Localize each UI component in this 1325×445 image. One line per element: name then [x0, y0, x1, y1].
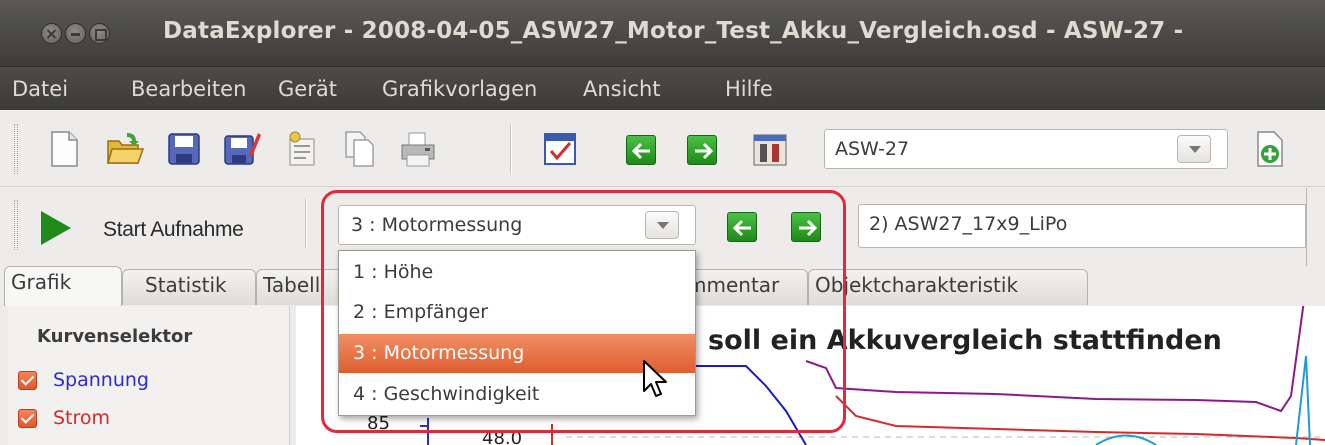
menu-bar: Datei Bearbeiten Gerät Grafikvorlagen An… [0, 66, 1325, 110]
device-combo[interactable]: ASW-27 [824, 129, 1228, 169]
arrow-left-icon[interactable] [626, 135, 656, 165]
device-tools-icon[interactable] [750, 129, 790, 169]
device-select-icon[interactable] [540, 129, 580, 169]
toolbar-separator [305, 198, 307, 248]
arrow-right-icon[interactable] [687, 135, 717, 165]
tab-label: Statistik [145, 273, 227, 297]
title-bar: DataExplorer - 2008-04-05_ASW27_Motor_Te… [0, 0, 1325, 66]
tab-grafik[interactable]: Grafik [4, 266, 122, 306]
menu-hilfe[interactable]: Hilfe [725, 77, 773, 101]
save-as-icon[interactable] [222, 129, 262, 169]
copy-icon[interactable] [340, 129, 380, 169]
play-icon [41, 211, 71, 245]
toolbar-handle[interactable] [14, 200, 18, 250]
chevron-down-icon[interactable] [1177, 135, 1211, 163]
tab-statistik[interactable]: Statistik [122, 269, 256, 305]
toolbar-separator [510, 124, 512, 174]
curve-label: Strom [53, 407, 111, 429]
tab-objektcharakteristik[interactable]: Objektcharakteristik [808, 269, 1088, 305]
curve-selector-title: Kurvenselektor [37, 326, 193, 347]
print-icon[interactable] [398, 129, 438, 169]
open-folder-icon[interactable] [105, 129, 145, 169]
curve-extra [1295, 355, 1311, 445]
checkbox-checked-icon[interactable] [18, 409, 37, 428]
add-device-icon[interactable] [1250, 129, 1290, 169]
close-window-icon[interactable] [41, 23, 62, 44]
menu-datei[interactable]: Datei [12, 77, 68, 101]
record-combo[interactable]: 2) ASW27_17x9_LiPo [858, 204, 1306, 248]
toolbar-handle[interactable] [14, 124, 18, 174]
menu-grafikvorlagen[interactable]: Grafikvorlagen [382, 77, 537, 101]
curve-selector-panel: Kurvenselektor Spannung Strom [8, 306, 290, 445]
curve-item-spannung[interactable]: Spannung [8, 364, 290, 398]
start-record-button[interactable]: Start Aufnahme [29, 198, 291, 258]
tab-label: Grafik [11, 270, 72, 294]
new-file-icon[interactable] [44, 129, 84, 169]
main-toolbar: ASW-27 [0, 110, 1325, 187]
curve-item-strom[interactable]: Strom [8, 402, 290, 436]
menu-geraet[interactable]: Gerät [278, 77, 337, 101]
minimize-window-icon[interactable] [65, 23, 86, 44]
mouse-pointer-icon [643, 360, 667, 397]
checkbox-checked-icon[interactable] [18, 371, 37, 390]
menu-bearbeiten[interactable]: Bearbeiten [131, 77, 246, 101]
maximize-window-icon[interactable] [89, 23, 110, 44]
record-combo-value: 2) ASW27_17x9_LiPo [869, 213, 1068, 235]
toolbar-right-edge [1306, 188, 1325, 266]
start-record-label: Start Aufnahme [103, 218, 244, 241]
annotation-highlight [321, 190, 846, 433]
menu-ansicht[interactable]: Ansicht [583, 77, 661, 101]
device-combo-value: ASW-27 [835, 138, 910, 160]
tab-label: Tabell [263, 273, 321, 297]
settings-icon[interactable] [282, 129, 322, 169]
curve-motor [805, 306, 1305, 413]
curve-label: Spannung [53, 369, 149, 391]
save-icon[interactable] [164, 129, 204, 169]
window-title: DataExplorer - 2008-04-05_ASW27_Motor_Te… [163, 18, 1184, 44]
